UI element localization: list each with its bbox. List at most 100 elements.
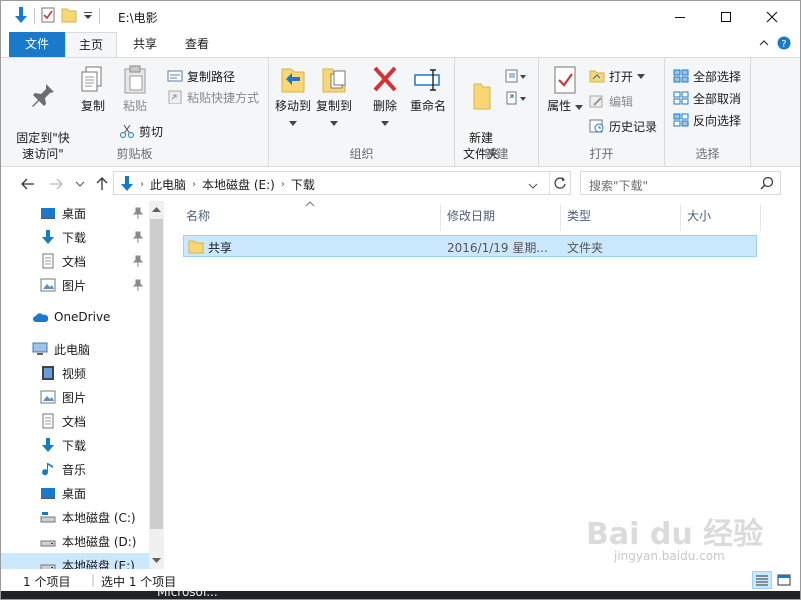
nav-item-this-pc[interactable]: 此电脑 [1, 337, 149, 361]
close-button[interactable] [749, 1, 795, 32]
nav-item-downloads[interactable]: 下载 [1, 433, 149, 457]
nav-item-videos[interactable]: 视频 [1, 361, 149, 385]
easy-access-button[interactable] [505, 88, 527, 108]
tab-file[interactable]: 文件 [9, 32, 65, 57]
music-icon [42, 463, 53, 476]
view-switcher [752, 571, 794, 589]
document-icon [42, 413, 54, 429]
address-bar[interactable]: › 此电脑 › 本地磁盘 (E:) › 下载 [113, 171, 571, 195]
invert-selection-icon [673, 113, 689, 127]
download-icon [42, 230, 54, 244]
history-button[interactable]: 历史记录 [589, 116, 657, 136]
breadcrumb-downloads[interactable]: 下载 [291, 176, 315, 193]
tab-home[interactable]: 主页 [65, 32, 117, 58]
refresh-button[interactable] [549, 171, 571, 195]
up-button[interactable] [93, 176, 111, 192]
nav-item-onedrive[interactable]: OneDrive [1, 306, 149, 330]
collapse-ribbon-icon[interactable] [757, 36, 771, 53]
cut-button[interactable]: 剪切 [119, 121, 163, 141]
paste-icon [124, 65, 146, 94]
dropdown-arrow-icon [289, 121, 297, 126]
file-modified: 2016/1/19 星期... [447, 241, 548, 255]
column-header-type[interactable]: 类型 [561, 205, 681, 231]
nav-item-pictures[interactable]: 图片 [1, 385, 149, 409]
select-all-button[interactable]: 全部选择 [673, 66, 741, 86]
open-button[interactable]: 打开 [589, 66, 646, 86]
minimize-button[interactable] [657, 1, 703, 32]
document-icon [42, 253, 54, 269]
nav-item-quick-downloads[interactable]: 下载 [1, 225, 149, 249]
desktop-icon [41, 488, 55, 499]
arrow-up-icon [96, 177, 108, 190]
pin-icon[interactable] [133, 255, 143, 267]
nav-item-quick-documents[interactable]: 文档 [1, 249, 149, 273]
nav-item-desktop[interactable]: 桌面 [1, 481, 149, 505]
nav-item-quick-desktop[interactable]: 桌面 [1, 201, 149, 225]
easy-access-icon [506, 91, 526, 105]
details-view-button[interactable] [752, 571, 772, 589]
pin-icon[interactable] [133, 279, 143, 291]
copy-path-button[interactable]: 复制路径 [167, 66, 235, 86]
title-bar: E:\电影 [1, 1, 800, 32]
select-group: 全部选择 全部取消 反向选择 选择 [665, 58, 751, 166]
breadcrumb-drive-e[interactable]: 本地磁盘 (E:) [202, 176, 275, 193]
nav-item-quick-pictures[interactable]: 图片 [1, 273, 149, 297]
navigation-pane-scrollbar[interactable] [149, 201, 164, 569]
scroll-up-icon[interactable] [152, 206, 161, 212]
chevron-right-icon[interactable]: › [281, 179, 285, 190]
forward-button[interactable] [47, 176, 65, 192]
copy-button[interactable]: 复制 [75, 64, 111, 114]
group-label-clipboard: 剪贴板 [116, 147, 153, 161]
tab-share[interactable]: 共享 [119, 32, 171, 57]
edit-button[interactable]: 编辑 [589, 91, 633, 111]
customize-qat-icon[interactable] [82, 6, 94, 27]
scroll-down-icon[interactable] [152, 558, 161, 564]
new-folder-icon[interactable] [61, 6, 77, 27]
move-to-button[interactable]: 移动到 [275, 64, 311, 130]
nav-item-music[interactable]: 音乐 [1, 457, 149, 481]
nav-item-drive-d[interactable]: 本地磁盘 (D:) [1, 529, 149, 553]
paste-button[interactable]: 粘贴 [117, 64, 153, 114]
nav-item-documents[interactable]: 文档 [1, 409, 149, 433]
column-header-date-modified[interactable]: 修改日期 [441, 205, 561, 231]
nav-item-drive-e[interactable]: 本地磁盘 (E:) [1, 553, 149, 569]
recent-locations-button[interactable] [71, 176, 89, 192]
large-icons-view-button[interactable] [774, 571, 794, 589]
invert-selection-button[interactable]: 反向选择 [673, 110, 741, 130]
column-header-size[interactable]: 大小 [681, 205, 761, 231]
back-button[interactable] [19, 176, 37, 192]
delete-button[interactable]: 删除 [370, 64, 400, 130]
drive-icon [40, 512, 56, 523]
rename-button[interactable]: 重命名 [407, 64, 449, 114]
properties-icon[interactable] [40, 6, 56, 27]
paste-shortcut-button[interactable]: 粘贴快捷方式 [167, 87, 259, 107]
search-icon[interactable] [760, 176, 774, 193]
folder-icon [188, 240, 204, 254]
tab-view[interactable]: 查看 [171, 32, 223, 57]
picture-icon [40, 390, 56, 404]
help-icon[interactable]: ? [777, 36, 791, 53]
new-item-button[interactable] [505, 66, 527, 86]
taskbar-app-label[interactable]: Microsof... [157, 591, 218, 599]
file-name: 共享 [208, 241, 233, 255]
select-none-button[interactable]: 全部取消 [673, 88, 741, 108]
pin-icon[interactable] [133, 207, 143, 219]
copy-to-button[interactable]: 复制到 [316, 64, 352, 130]
properties-button[interactable]: 属性 [547, 64, 583, 114]
column-header-name[interactable]: 名称 [180, 205, 441, 231]
scrollbar-thumb[interactable] [150, 219, 163, 529]
chevron-right-icon[interactable]: › [192, 179, 196, 190]
navigate-down-icon[interactable] [13, 6, 29, 27]
nav-item-drive-c[interactable]: 本地磁盘 (C:) [1, 505, 149, 529]
search-box[interactable]: 搜索"下载" [580, 171, 781, 195]
address-history-button[interactable] [528, 179, 538, 193]
clipboard-group: 固定到"快 速访问" 复制 粘贴 复制路径 粘贴快捷方式 剪切 剪贴板 [1, 58, 269, 166]
large-icons-view-icon [777, 574, 791, 586]
pin-icon[interactable] [133, 231, 143, 243]
chevron-right-icon[interactable]: › [140, 179, 144, 190]
maximize-button[interactable] [703, 1, 749, 32]
search-placeholder: 搜索"下载" [589, 179, 649, 193]
table-row[interactable]: 共享 2016/1/19 星期... 文件夹 [183, 235, 757, 257]
copy-path-icon [167, 70, 183, 82]
breadcrumb-this-pc[interactable]: 此电脑 [150, 176, 186, 193]
